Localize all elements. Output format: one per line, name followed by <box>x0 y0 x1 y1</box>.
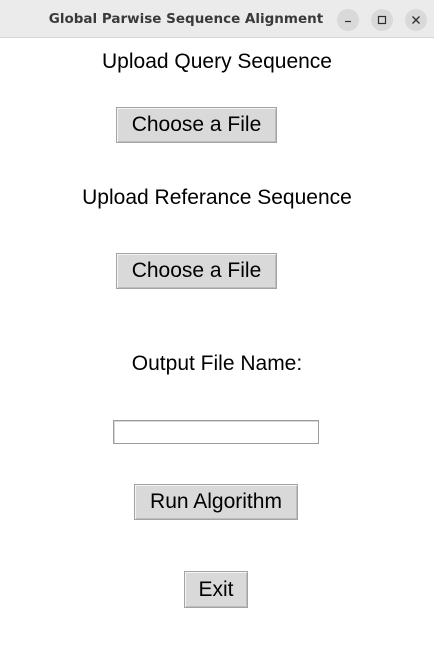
choose-reference-file-button[interactable]: Choose a File <box>116 253 277 289</box>
query-sequence-label: Upload Query Sequence <box>102 50 332 73</box>
exit-button[interactable]: Exit <box>184 571 248 608</box>
maximize-icon <box>377 15 387 25</box>
close-icon <box>412 16 420 24</box>
output-file-name-input[interactable] <box>113 420 319 444</box>
close-button[interactable] <box>405 9 427 31</box>
reference-sequence-label: Upload Referance Sequence <box>82 186 352 209</box>
run-algorithm-button[interactable]: Run Algorithm <box>134 484 298 520</box>
window-title: Global Parwise Sequence Alignment <box>48 11 324 27</box>
app-window: Global Parwise Sequence Alignment Upload… <box>0 0 434 667</box>
minimize-icon <box>345 20 351 23</box>
choose-query-file-button[interactable]: Choose a File <box>116 107 277 143</box>
minimize-button[interactable] <box>337 9 359 31</box>
title-bar[interactable]: Global Parwise Sequence Alignment <box>0 0 434 38</box>
output-file-name-label: Output File Name: <box>131 352 303 375</box>
maximize-button[interactable] <box>371 9 393 31</box>
